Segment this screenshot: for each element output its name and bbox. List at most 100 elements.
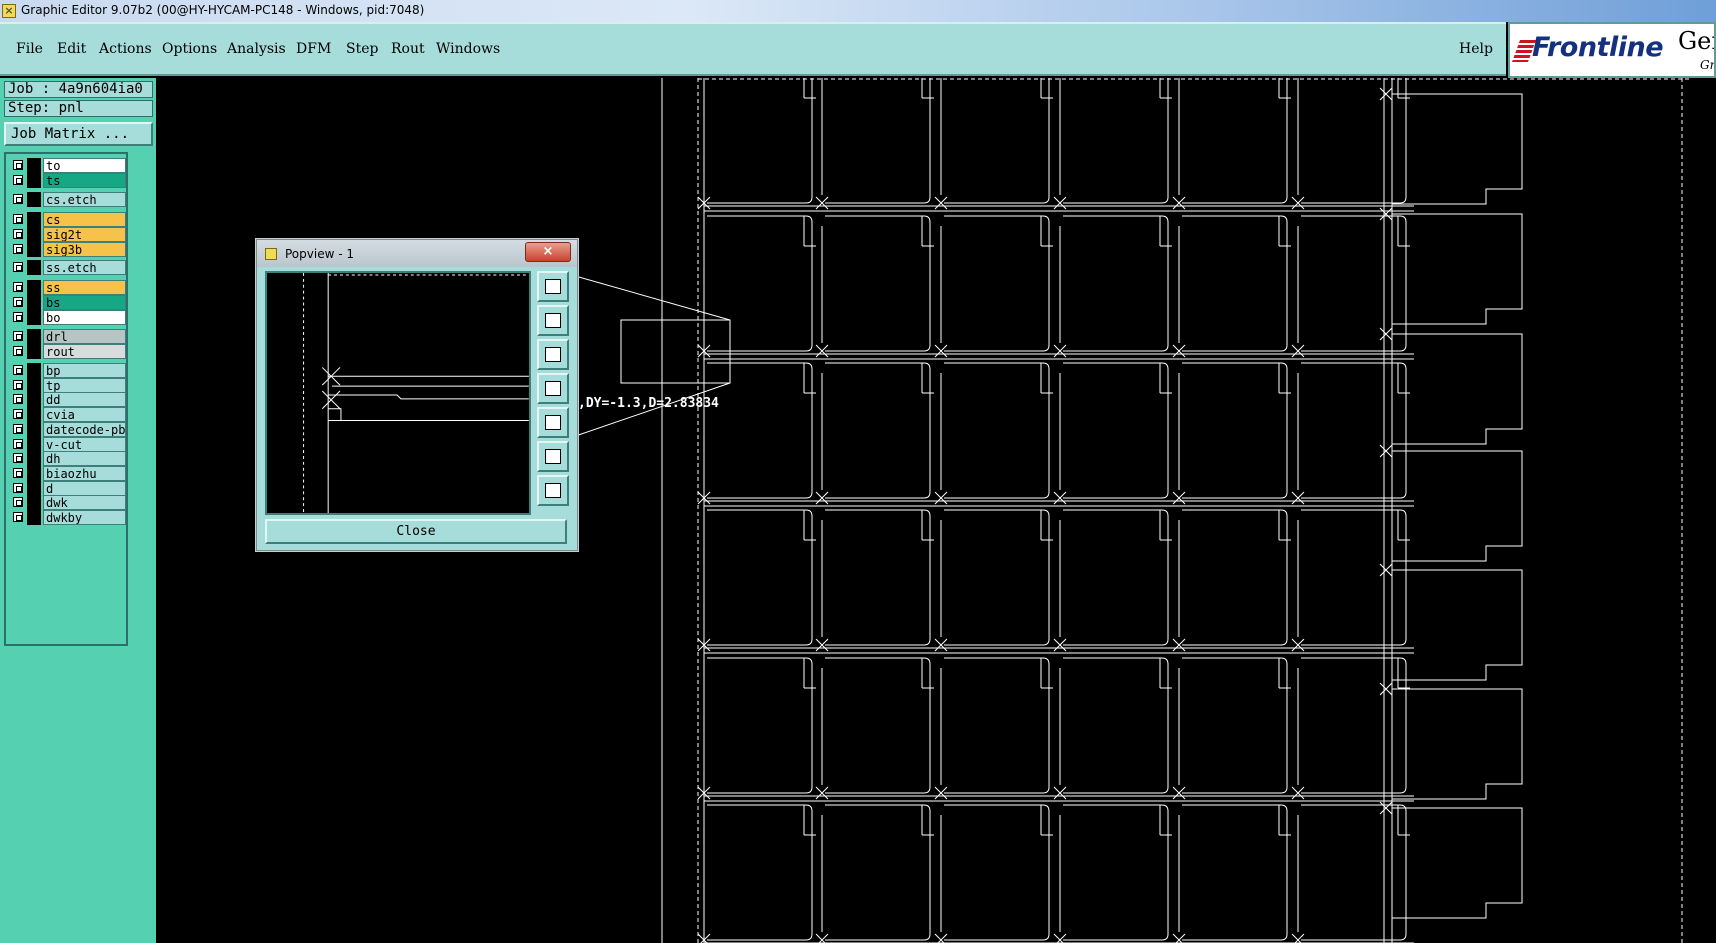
layer-row-drl[interactable]: drl [9,329,126,344]
pcb-unit-outline [825,78,934,204]
layer-row-v-cut[interactable]: v-cut [9,437,126,452]
menu-help[interactable]: Help [1459,41,1493,57]
layer-name[interactable]: cs [43,212,126,227]
layer-name[interactable]: ss [43,280,126,295]
layer-checkbox[interactable] [13,331,23,341]
layer-name[interactable]: cvia [43,407,126,422]
logo-gen-text: Gen [1678,27,1714,55]
layer-name[interactable]: cs.etch [43,192,126,207]
layer-checkbox[interactable] [13,244,23,254]
layer-row-biaozhu[interactable]: biaozhu [9,466,126,481]
layer-checkbox[interactable] [13,297,23,307]
menu-step[interactable]: Step [346,41,378,57]
popview-title: Popview - 1 [285,247,354,261]
layer-row-datecode-pbc[interactable]: datecode-pbc [9,422,126,437]
layer-name[interactable]: bp [43,363,126,378]
layer-row-dwk[interactable]: dwk [9,495,126,510]
layer-checkbox[interactable] [13,262,23,272]
popview-canvas[interactable] [265,271,531,515]
layer-row-ts[interactable]: ts [9,173,126,188]
layer-row-dh[interactable]: dh [9,451,126,466]
layer-row-tp[interactable]: tp [9,378,126,393]
layer-name[interactable]: datecode-pbc [43,422,126,437]
layer-name[interactable]: dwk [43,495,126,510]
layer-row-sig2t[interactable]: sig2t [9,227,126,242]
layer-name[interactable]: to [43,158,126,173]
layer-row-bs[interactable]: bs [9,295,126,310]
popview-zoom-home-button[interactable] [537,271,569,302]
layer-name[interactable]: dd [43,392,126,407]
layer-name[interactable]: rout [43,344,126,359]
layer-name[interactable]: ts [43,173,126,188]
layer-name[interactable]: d [43,481,126,496]
layer-checkbox[interactable] [13,229,23,239]
pcb-unit-outline [1182,657,1291,794]
layer-checkbox[interactable] [13,497,23,507]
layer-name[interactable]: drl [43,329,126,344]
layer-name[interactable]: sig3b [43,242,126,257]
layer-row-cs.etch[interactable]: cs.etch [9,192,126,207]
layer-checkbox[interactable] [13,439,23,449]
layer-row-to[interactable]: to [9,158,126,173]
layer-checkbox[interactable] [13,312,23,322]
pcb-unit-outline [944,362,1053,499]
layer-checkbox[interactable] [13,346,23,356]
layer-row-ss[interactable]: ss [9,280,126,295]
layer-checkbox[interactable] [13,160,23,170]
layer-checkbox[interactable] [13,194,23,204]
strip-cross-marker [1379,801,1393,815]
layer-checkbox[interactable] [13,394,23,404]
layer-row-cs[interactable]: cs [9,212,126,227]
layer-row-d[interactable]: d [9,481,126,496]
layer-checkbox[interactable] [13,175,23,185]
layer-row-ss.etch[interactable]: ss.etch [9,260,126,275]
layer-row-dd[interactable]: dd [9,392,126,407]
popview-pan-down-button[interactable] [537,339,569,370]
popview-close-button[interactable]: Close [265,519,567,544]
layer-checkbox[interactable] [13,380,23,390]
menu-actions[interactable]: Actions [99,41,152,57]
job-matrix-button[interactable]: Job Matrix ... [4,122,153,146]
layer-row-dwkby[interactable]: dwkby [9,510,126,525]
layer-row-sig3b[interactable]: sig3b [9,242,126,257]
layer-checkbox[interactable] [13,424,23,434]
layer-name[interactable]: v-cut [43,437,126,452]
layer-name[interactable]: tp [43,378,126,393]
layer-row-rout[interactable]: rout [9,344,126,359]
layer-row-cvia[interactable]: cvia [9,407,126,422]
menu-rout[interactable]: Rout [391,41,425,57]
menu-analysis[interactable]: Analysis [227,41,286,57]
popview-zoom-out-button[interactable] [537,475,569,506]
layer-row-bo[interactable]: bo [9,310,126,325]
popview-pan-right-button[interactable] [537,407,569,438]
layer-name[interactable]: ss.etch [43,260,126,275]
layer-checkbox[interactable] [13,512,23,522]
layer-name[interactable]: dh [43,451,126,466]
menu-windows[interactable]: Windows [436,41,500,57]
layer-color-swatch [27,212,41,227]
layer-row-bp[interactable]: bp [9,363,126,378]
popview-titlebar[interactable]: Popview - 1 × [257,240,577,267]
layer-checkbox[interactable] [13,453,23,463]
layer-name[interactable]: biaozhu [43,466,126,481]
menu-options[interactable]: Options [162,41,217,57]
layer-name[interactable]: dwkby [43,510,126,525]
target-cross-marker [934,933,948,943]
popview-pan-up-button[interactable] [537,305,569,336]
popview-pan-left-button[interactable] [537,373,569,404]
popview-zoom-in-button[interactable] [537,441,569,472]
menu-edit[interactable]: Edit [57,41,86,57]
popview-close-x-button[interactable]: × [525,242,571,262]
layer-name[interactable]: bs [43,295,126,310]
layer-checkbox[interactable] [13,365,23,375]
menu-bar: File Edit Actions Options Analysis DFM S… [0,22,1506,76]
layer-checkbox[interactable] [13,282,23,292]
layer-checkbox[interactable] [13,483,23,493]
layer-checkbox[interactable] [13,214,23,224]
menu-file[interactable]: File [16,41,43,57]
layer-checkbox[interactable] [13,468,23,478]
layer-checkbox[interactable] [13,409,23,419]
menu-dfm[interactable]: DFM [296,41,331,57]
layer-name[interactable]: sig2t [43,227,126,242]
layer-name[interactable]: bo [43,310,126,325]
